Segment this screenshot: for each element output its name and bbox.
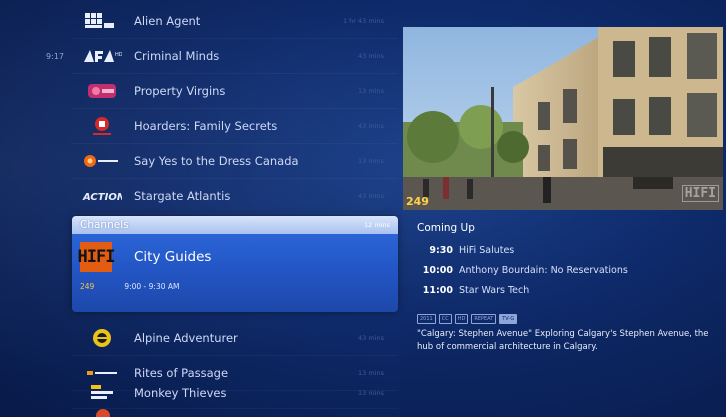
program-badges: 2011 CC HD REPEAT TV-G bbox=[417, 314, 717, 324]
selected-time: 9:00 - 9:30 AM bbox=[124, 282, 180, 291]
coming-up-title: Star Wars Tech bbox=[459, 284, 530, 296]
badge-cc: CC bbox=[438, 314, 452, 324]
channel-logo-icon: HD bbox=[76, 44, 128, 68]
row-title: Say Yes to the Dress Canada bbox=[134, 154, 299, 168]
selected-channel-card[interactable]: Channels 12 mins HIFI City Guides 249 9:… bbox=[72, 216, 398, 312]
channel-logo-icon bbox=[76, 381, 128, 405]
coming-up-item[interactable]: 9:30 HiFi Salutes bbox=[417, 240, 717, 260]
coming-up-item[interactable]: 11:00 Star Wars Tech bbox=[417, 280, 717, 300]
selected-channel-number: 249 bbox=[80, 282, 95, 291]
selected-duration: 12 mins bbox=[364, 221, 390, 229]
row-title: Alien Agent bbox=[134, 14, 201, 28]
svg-text:ACTION: ACTION bbox=[82, 192, 122, 203]
channel-guide: Alien Agent 1 hr 43 mins 9:17 HD Crimina… bbox=[0, 0, 400, 417]
coming-up-item[interactable]: 10:00 Anthony Bourdain: No Reservations bbox=[417, 260, 717, 280]
coming-up-title: HiFi Salutes bbox=[459, 244, 515, 256]
channel-logo-icon: ACTION bbox=[76, 184, 128, 208]
badge-repeat: REPEAT bbox=[471, 314, 497, 324]
svg-text:HD: HD bbox=[115, 52, 122, 58]
row-duration: 13 mins bbox=[358, 389, 384, 397]
badge-rating: TV-G bbox=[499, 314, 518, 324]
row-duration: 43 mins bbox=[358, 122, 384, 130]
row-title: Criminal Minds bbox=[134, 49, 220, 63]
selected-header-label: Channels bbox=[80, 219, 129, 231]
row-title: Hoarders: Family Secrets bbox=[134, 119, 278, 133]
channel-logo-icon bbox=[76, 326, 128, 350]
row-title: Monkey Thieves bbox=[134, 386, 227, 400]
guide-row-say-yes[interactable]: Say Yes to the Dress Canada 13 mins bbox=[72, 144, 398, 179]
channel-watermark-icon: HIFI bbox=[681, 185, 719, 202]
preview-channel-number: 249 bbox=[406, 195, 429, 208]
selected-title: City Guides bbox=[134, 249, 212, 265]
row-duration: 13 mins bbox=[358, 369, 384, 377]
video-preview[interactable]: 249 HIFI bbox=[403, 27, 723, 210]
guide-row-stargate[interactable]: ACTION Stargate Atlantis 43 mins bbox=[72, 179, 398, 214]
coming-up-panel: Coming Up 9:30 HiFi Salutes 10:00 Anthon… bbox=[417, 222, 717, 354]
guide-row-alpine[interactable]: Alpine Adventurer 43 mins bbox=[72, 321, 398, 356]
row-duration: 1 hr 43 mins bbox=[342, 17, 384, 25]
street-scene-image bbox=[403, 27, 723, 210]
row-duration: 43 mins bbox=[358, 52, 384, 60]
channel-logo-icon bbox=[76, 9, 128, 33]
channel-logo-icon bbox=[76, 79, 128, 103]
guide-row-criminal-minds[interactable]: 9:17 HD Criminal Minds 43 mins bbox=[46, 39, 398, 74]
guide-row-monkey[interactable]: Monkey Thieves 13 mins bbox=[72, 378, 398, 409]
coming-up-time: 9:30 bbox=[429, 244, 453, 256]
row-title: Alpine Adventurer bbox=[134, 331, 238, 345]
guide-row-property-virgins[interactable]: Property Virgins 13 mins bbox=[72, 74, 398, 109]
row-title: Property Virgins bbox=[134, 84, 226, 98]
selected-header: Channels 12 mins bbox=[72, 216, 398, 234]
row-duration: 43 mins bbox=[358, 334, 384, 342]
coming-up-title: Anthony Bourdain: No Reservations bbox=[459, 264, 628, 276]
badge-year: 2011 bbox=[417, 314, 436, 324]
row-time: 9:17 bbox=[46, 51, 64, 61]
coming-up-header: Coming Up bbox=[417, 222, 475, 234]
row-duration: 13 mins bbox=[358, 157, 384, 165]
badge-hd: HD bbox=[454, 314, 469, 324]
row-duration: 13 mins bbox=[358, 87, 384, 95]
row-duration: 43 mins bbox=[358, 192, 384, 200]
row-title: Stargate Atlantis bbox=[134, 189, 231, 203]
coming-up-time: 10:00 bbox=[422, 264, 453, 276]
hifi-logo-icon: HIFI bbox=[78, 242, 115, 272]
program-description: "Calgary: Stephen Avenue" Exploring Calg… bbox=[417, 329, 709, 352]
partial-channel-logo-icon bbox=[96, 409, 110, 417]
channel-logo-icon bbox=[76, 114, 128, 138]
guide-row-alien-agent[interactable]: Alien Agent 1 hr 43 mins bbox=[72, 4, 398, 39]
guide-row-hoarders[interactable]: Hoarders: Family Secrets 43 mins bbox=[72, 109, 398, 144]
coming-up-time: 11:00 bbox=[422, 284, 453, 296]
channel-logo-icon bbox=[76, 149, 128, 173]
